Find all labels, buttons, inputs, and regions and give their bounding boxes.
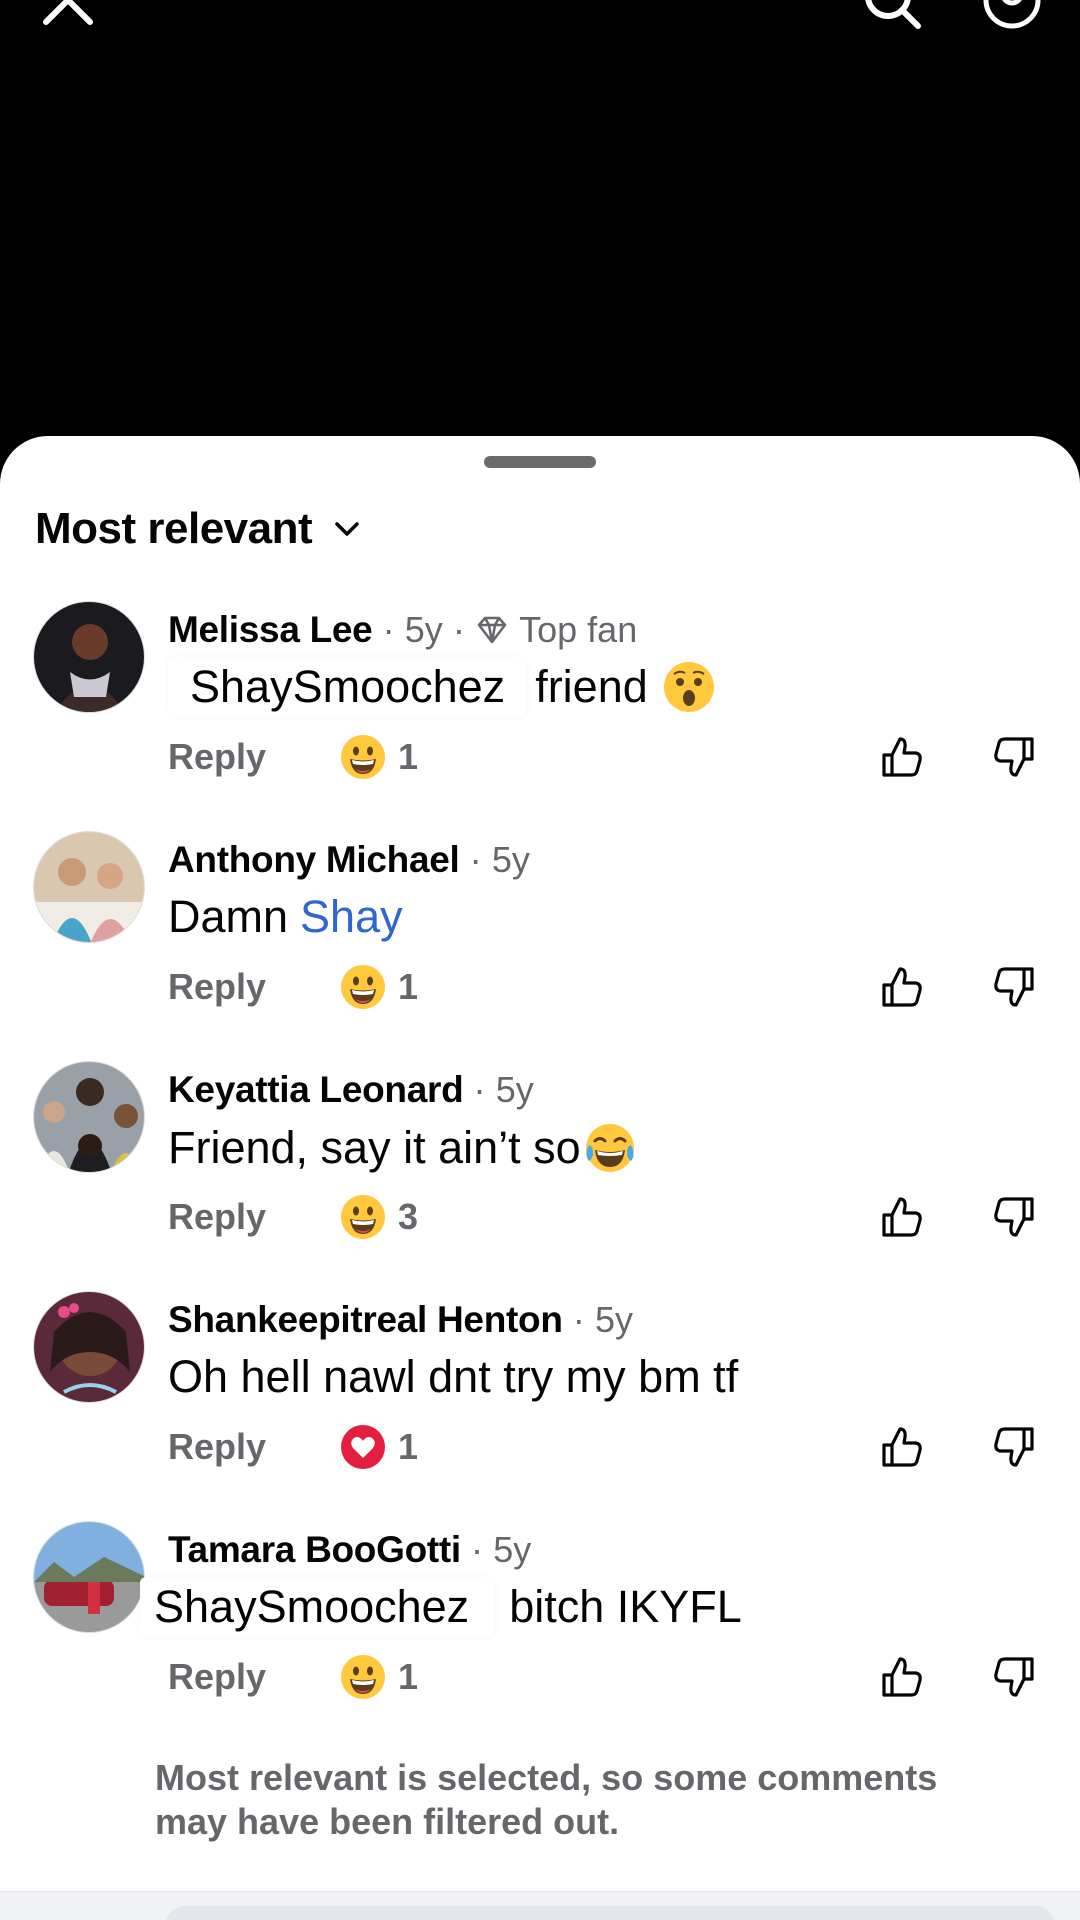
separator-dot: · [452,609,466,650]
comment-actions: Reply 1 [168,729,1048,785]
filter-notice: Most relevant is selected, so some comme… [155,1757,938,1842]
profile-icon[interactable] [982,0,1042,30]
astonished-face-icon [662,660,716,714]
comment-text-content: Damn [168,891,289,942]
separator-dot: · [470,1529,484,1570]
thumbs-down-icon[interactable] [990,1193,1038,1241]
comment-item: Shankeepitreal Henton · 5y Oh hell nawl … [0,1291,1080,1501]
comments-sheet: Most relevant Melissa Lee · 5y · Top fan… [0,436,1080,1920]
comment-meta: Tamara BooGotti · 5y [168,1529,531,1571]
avatar[interactable] [33,1521,145,1633]
thumbs-down-icon[interactable] [990,1423,1038,1471]
tears-of-joy-face-icon [583,1121,637,1175]
comment-text-content: bitch IKYFL [509,1581,742,1632]
thumbs-up-icon[interactable] [878,1193,926,1241]
reaction-count: 1 [398,736,419,777]
mention-link[interactable]: Shay [300,891,403,943]
timestamp[interactable]: 5y [595,1299,633,1341]
reaction-summary[interactable]: 1 [340,1424,418,1470]
comment-text-content: Friend, say it ain’t so [168,1122,581,1173]
thumbs-down-icon[interactable] [990,963,1038,1011]
timestamp[interactable]: 5y [405,609,443,651]
grinning-face-icon [340,1194,386,1240]
comment-meta: Shankeepitreal Henton · 5y [168,1299,633,1341]
comment-item: Keyattia Leonard · 5y Friend, say it ain… [0,1061,1080,1271]
reaction-summary[interactable]: 1 [340,734,418,780]
comment-actions: Reply 3 [168,1189,1048,1245]
chevron-down-icon [332,514,362,544]
reaction-count: 1 [398,1656,419,1697]
separator-dot: · [572,1299,585,1340]
author-name[interactable]: Keyattia Leonard [168,1069,464,1111]
comment-text: Friend, say it ain’t so [168,1121,637,1175]
comment-item: Melissa Lee · 5y · Top fan ShaySmoochez … [0,601,1080,811]
sort-dropdown[interactable]: Most relevant [35,504,362,554]
comment-text: ShaySmoochez friend [168,657,716,717]
thumbs-down-icon[interactable] [990,1653,1038,1701]
separator-dot: · [473,1069,486,1110]
avatar[interactable] [33,831,145,943]
drag-handle[interactable] [484,456,596,468]
thumbs-up-icon[interactable] [878,1653,926,1701]
reply-button[interactable]: Reply [168,736,266,778]
thumbs-up-icon[interactable] [878,733,926,781]
heart-icon [340,1424,386,1470]
grinning-face-icon [340,964,386,1010]
timestamp[interactable]: 5y [492,839,530,881]
comment-actions: Reply 1 [168,959,1048,1015]
separator-dot: · [382,609,395,650]
thumbs-down-icon[interactable] [990,733,1038,781]
avatar[interactable] [33,601,145,713]
top-fan-badge: Top fan [519,609,638,650]
reaction-summary[interactable]: 1 [340,1654,418,1700]
comment-text-content: friend [535,661,648,712]
reaction-summary[interactable]: 3 [340,1194,418,1240]
close-icon[interactable] [38,0,98,30]
grinning-face-icon [340,1654,386,1700]
reaction-count: 1 [398,1426,419,1467]
search-icon[interactable] [862,0,922,30]
avatar[interactable] [33,1291,145,1403]
comment-text: ShaySmoochez bitch IKYFL [140,1577,742,1637]
reply-button[interactable]: Reply [168,1426,266,1468]
avatar[interactable] [33,1061,145,1173]
timestamp[interactable]: 5y [496,1069,534,1111]
reaction-summary[interactable]: 1 [340,964,418,1010]
author-name[interactable]: Anthony Michael [168,839,460,881]
comment-text: Damn Shay [168,891,403,943]
comment-input[interactable] [165,1906,1055,1920]
comment-meta: Anthony Michael · 5y [168,839,530,881]
separator-dot: · [469,839,482,880]
timestamp[interactable]: 5y [493,1529,531,1571]
comment-text: Oh hell nawl dnt try my bm tf [168,1351,738,1403]
comment-text-content: Oh hell nawl dnt try my bm tf [168,1351,739,1402]
reaction-count: 1 [398,966,419,1007]
author-name[interactable]: Shankeepitreal Henton [168,1299,563,1341]
sort-label: Most relevant [35,504,313,553]
reply-button[interactable]: Reply [168,1196,266,1238]
author-name[interactable]: Tamara BooGotti [168,1529,461,1571]
author-name[interactable]: Melissa Lee [168,609,373,651]
thumbs-up-icon[interactable] [878,1423,926,1471]
comment-item: Anthony Michael · 5y Damn Shay Reply 1 [0,831,1080,1041]
video-background [0,0,1080,440]
diamond-icon [475,613,509,647]
comment-meta: Melissa Lee · 5y · Top fan [168,609,637,651]
comment-meta: Keyattia Leonard · 5y [168,1069,534,1111]
overlay-tag: ShaySmoochez [168,657,528,717]
comment-item: Tamara BooGotti · 5y ShaySmoochez bitch … [0,1521,1080,1731]
comment-actions: Reply 1 [168,1419,1048,1475]
thumbs-up-icon[interactable] [878,963,926,1011]
reply-button[interactable]: Reply [168,966,266,1008]
reply-button[interactable]: Reply [168,1656,266,1698]
grinning-face-icon [340,734,386,780]
reaction-count: 3 [398,1196,419,1237]
comment-actions: Reply 1 [168,1649,1048,1705]
overlay-tag: ShaySmoochez [140,1577,496,1637]
